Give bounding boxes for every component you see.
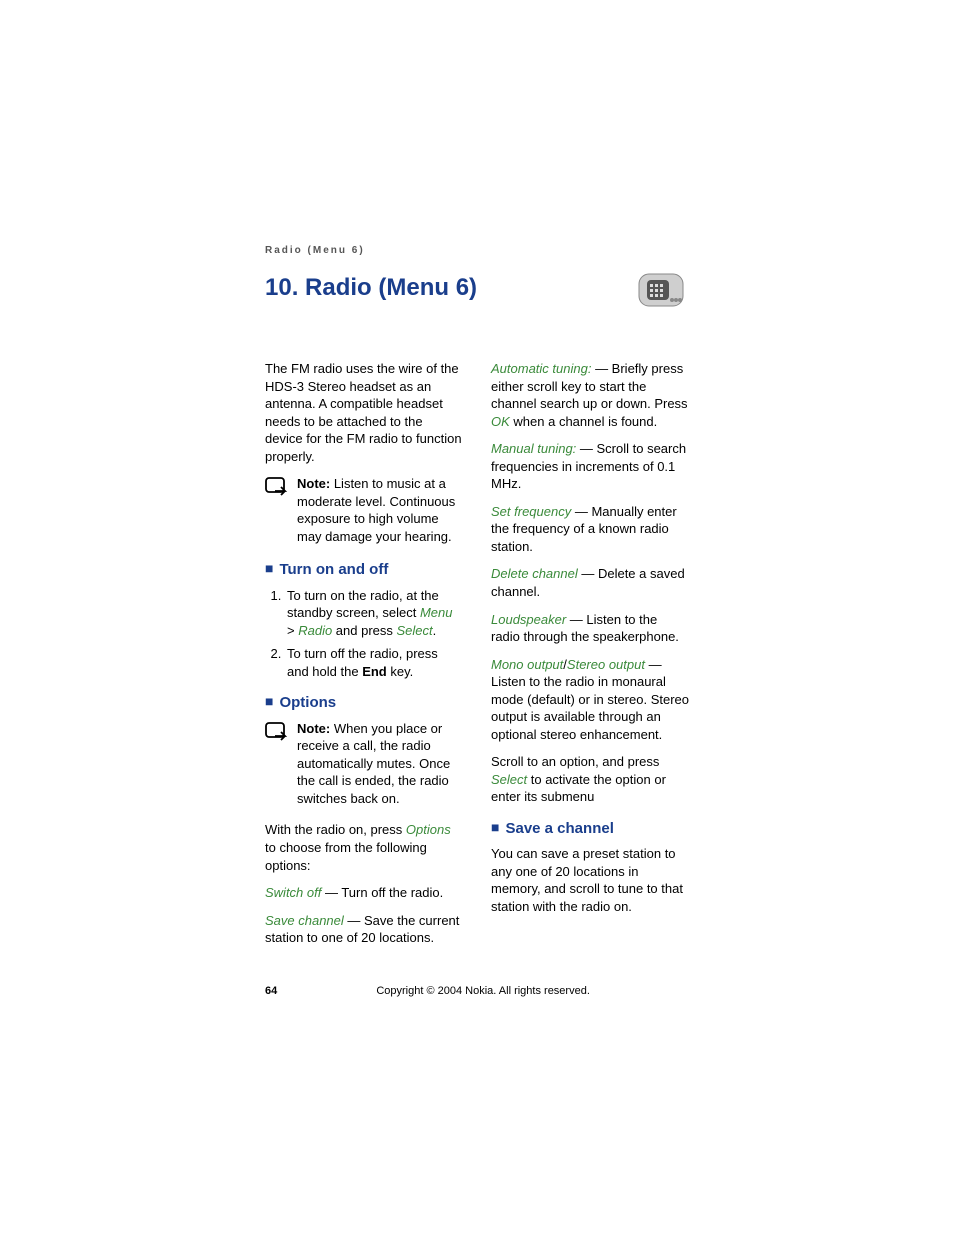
column-right: Automatic tuning: — Briefly press either… [491,360,689,957]
paragraph: Scroll to an option, and press Select to… [491,753,689,806]
option-item: Save channel — Save the current station … [265,912,463,947]
running-header: Radio (Menu 6) [265,245,689,256]
title-row: 10. Radio (Menu 6) [265,274,689,310]
note-text: Note: When you place or receive a call, … [297,720,463,808]
page-footer: 64 Copyright © 2004 Nokia. All rights re… [265,985,689,997]
note-block: Note: Listen to music at a moderate leve… [265,475,463,545]
list-item: To turn off the radio, press and hold th… [285,645,463,680]
section-heading-turn: ■Turn on and off [265,559,463,580]
document-page: Radio (Menu 6) 10. Radio (Menu 6) The FM… [0,0,954,1235]
turn-on-off-steps: To turn on the radio, at the standby scr… [265,587,463,681]
copyright-text: Copyright © 2004 Nokia. All rights reser… [277,985,689,997]
note-arrow-icon [265,475,289,545]
note-arrow-icon [265,720,289,808]
intro-paragraph: The FM radio uses the wire of the HDS-3 … [265,360,463,465]
option-item: Switch off — Turn off the radio. [265,884,463,902]
option-item: Set frequency — Manually enter the frequ… [491,503,689,556]
paragraph: With the radio on, press Options to choo… [265,821,463,874]
option-item: Manual tuning: — Scroll to search freque… [491,440,689,493]
body-columns: The FM radio uses the wire of the HDS-3 … [265,360,689,957]
option-item: Loudspeaker — Listen to the radio throug… [491,611,689,646]
column-left: The FM radio uses the wire of the HDS-3 … [265,360,463,957]
option-item: Automatic tuning: — Briefly press either… [491,360,689,430]
chapter-title: 10. Radio (Menu 6) [265,274,477,302]
option-item: Mono output/Stereo output — Listen to th… [491,656,689,744]
list-item: To turn on the radio, at the standby scr… [285,587,463,640]
note-text: Note: Listen to music at a moderate leve… [297,475,463,545]
radio-menu-icon [633,270,689,310]
page-number: 64 [265,985,277,997]
section-heading-save: ■Save a channel [491,818,689,839]
section-heading-options: ■Options [265,692,463,713]
note-block: Note: When you place or receive a call, … [265,720,463,808]
option-item: Delete channel — Delete a saved channel. [491,565,689,600]
paragraph: You can save a preset station to any one… [491,845,689,915]
